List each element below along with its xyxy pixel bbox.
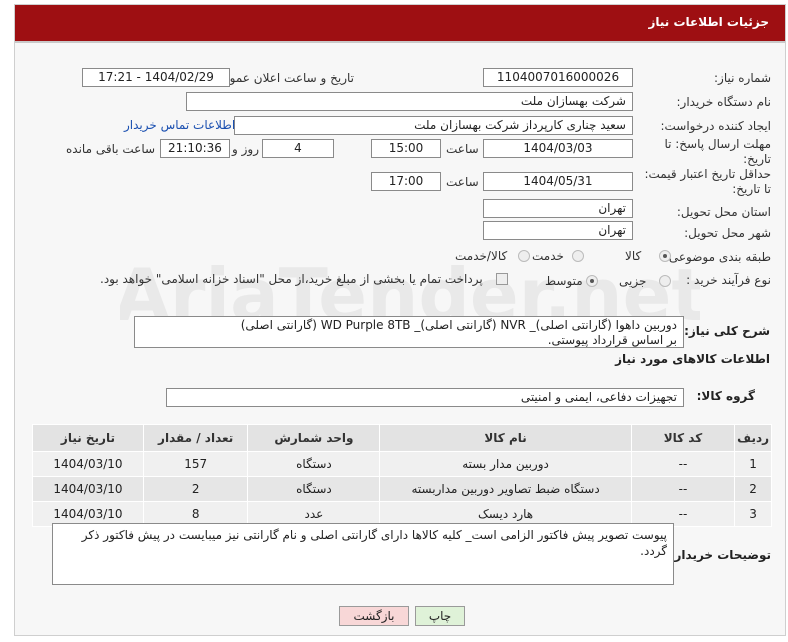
- announce-label: تاریخ و ساعت اعلان عمومی:: [209, 71, 354, 85]
- col-header-date: تاریخ نیاز: [32, 424, 144, 452]
- description-line-1: دوربین داهوا (گارانتی اصلی)_ NVR (گارانت…: [240, 318, 677, 332]
- back-button[interactable]: بازگشت: [339, 606, 409, 626]
- cell-unit: دستگاه: [247, 451, 381, 477]
- cell-qty: 2: [142, 476, 249, 502]
- process-label: نوع فرآیند خرید :: [686, 273, 771, 287]
- description-line-2: بر اساس قرارداد پیوستی.: [547, 333, 677, 347]
- process-radio-medium[interactable]: [586, 275, 598, 287]
- goods-section-title: اطلاعات کالاهای مورد نیاز: [615, 352, 770, 366]
- process-minor-label: جزیی: [619, 274, 647, 288]
- send-time-field: 15:00: [371, 139, 441, 158]
- category-radio-goods-service[interactable]: [518, 250, 530, 262]
- print-button[interactable]: چاپ: [415, 606, 465, 626]
- page-title: جزئیات اطلاعات نیاز: [648, 15, 769, 29]
- price-validity-label: حداقل تاریخ اعتبار قیمت:: [644, 167, 771, 181]
- category-service-label: خدمت: [532, 249, 564, 263]
- need-number-field: 1104007016000026: [483, 68, 633, 87]
- category-label: طبقه بندی موضوعی:: [664, 250, 771, 264]
- col-header-code: کد کالا: [630, 424, 736, 452]
- creator-field: سعید چناری کارپرداز شرکت بهسازان ملت: [234, 116, 633, 135]
- remaining-time-label: ساعت باقی مانده: [66, 142, 156, 156]
- description-label: شرح کلی نیاز:: [684, 324, 770, 338]
- cell-row: 1: [734, 451, 772, 477]
- goods-group-field: تجهیزات دفاعی، ایمنی و امنیتی: [166, 388, 684, 407]
- cell-qty: 157: [142, 451, 249, 477]
- buyer-contact-link[interactable]: اطلاعات تماس خریدار: [124, 118, 235, 132]
- cell-code: --: [630, 476, 736, 502]
- province-label: استان محل تحویل:: [676, 205, 771, 219]
- days-label: روز و: [232, 142, 259, 156]
- process-radio-minor[interactable]: [659, 275, 671, 287]
- price-time-label: ساعت: [446, 175, 479, 189]
- announce-field: 1404/02/29 - 17:21: [82, 68, 230, 87]
- cell-unit: دستگاه: [247, 476, 381, 502]
- category-radio-goods[interactable]: [659, 250, 671, 262]
- city-label: شهر محل تحویل:: [684, 226, 771, 240]
- col-header-name: نام کالا: [379, 424, 632, 452]
- process-medium-label: متوسط: [545, 274, 583, 288]
- treasury-payment-note: پرداخت تمام یا بخشی از مبلغ خرید،از محل …: [100, 272, 483, 286]
- remaining-time-field: 21:10:36: [160, 139, 230, 158]
- send-deadline-label: مهلت ارسال پاسخ: تا: [664, 137, 771, 151]
- cell-date: 1404/03/10: [32, 476, 144, 502]
- buyer-org-label: نام دستگاه خریدار:: [676, 95, 772, 109]
- days-remaining-field: 4: [262, 139, 334, 158]
- city-field: تهران: [483, 221, 633, 240]
- buyer-notes-textarea[interactable]: پیوست تصویر پیش فاکتور الزامی است_ کلیه …: [52, 523, 674, 585]
- col-header-row: ردیف: [734, 424, 772, 452]
- treasury-payment-checkbox[interactable]: [496, 273, 508, 285]
- category-goods-service-label: کالا/خدمت: [455, 249, 508, 263]
- province-field: تهران: [483, 199, 633, 218]
- header-bar: جزئیات اطلاعات نیاز: [15, 5, 785, 43]
- description-textarea[interactable]: دوربین داهوا (گارانتی اصلی)_ NVR (گارانت…: [134, 316, 684, 348]
- buyer-notes-label: توضیحات خریدار:: [669, 548, 771, 562]
- goods-table: ردیف کد کالا نام کالا واحد شمارش تعداد /…: [32, 424, 772, 527]
- table-row: 1 -- دوربین مدار بسته دستگاه 157 1404/03…: [32, 451, 772, 477]
- buyer-org-field: شرکت بهسازان ملت: [186, 92, 633, 111]
- price-validity-label-2: تا تاریخ:: [732, 182, 771, 196]
- col-header-qty: تعداد / مقدار: [142, 424, 249, 452]
- cell-code: --: [630, 451, 736, 477]
- need-number-label: شماره نیاز:: [714, 71, 771, 85]
- send-time-label: ساعت: [446, 142, 479, 156]
- cell-row: 2: [734, 476, 772, 502]
- price-time-field: 17:00: [371, 172, 441, 191]
- goods-group-label: گروه کالا:: [696, 389, 755, 403]
- category-goods-label: کالا: [625, 249, 642, 263]
- cell-name: دستگاه ضبط تصاویر دوربین مداربسته: [379, 476, 632, 502]
- cell-date: 1404/03/10: [32, 451, 144, 477]
- table-header-row: ردیف کد کالا نام کالا واحد شمارش تعداد /…: [32, 424, 772, 452]
- send-date-field: 1404/03/03: [483, 139, 633, 158]
- col-header-unit: واحد شمارش: [247, 424, 381, 452]
- table-row: 2 -- دستگاه ضبط تصاویر دوربین مداربسته د…: [32, 476, 772, 502]
- category-radio-service[interactable]: [572, 250, 584, 262]
- creator-label: ایجاد کننده درخواست:: [660, 119, 771, 133]
- cell-row: 3: [734, 501, 772, 527]
- cell-name: دوربین مدار بسته: [379, 451, 632, 477]
- send-deadline-label-2: تاریخ:: [743, 152, 771, 166]
- price-date-field: 1404/05/31: [483, 172, 633, 191]
